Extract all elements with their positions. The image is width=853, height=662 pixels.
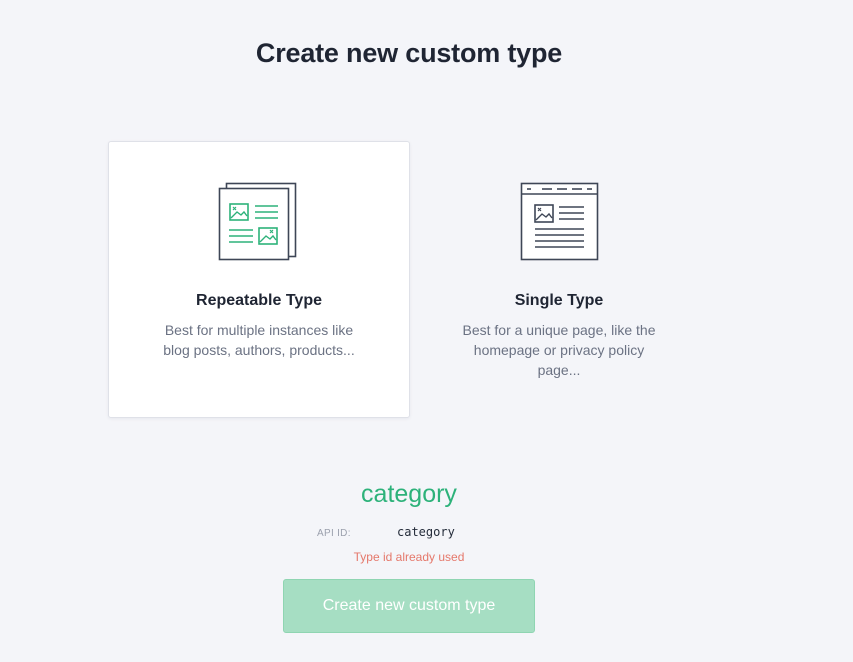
repeatable-type-description: Best for multiple instances like blog po… (163, 322, 355, 358)
create-custom-type-page: Create new custom type Repeatable Type B… (0, 0, 853, 662)
api-id-label: API ID: (317, 528, 351, 539)
repeatable-type-card[interactable]: Repeatable Type Best for multiple instan… (108, 141, 410, 418)
single-type-description: Best for a unique page, like the homepag… (462, 322, 656, 378)
single-type-title: Single Type (514, 292, 604, 309)
single-type-card[interactable]: Single Type Best for a unique page, like… (408, 141, 710, 418)
type-name-field[interactable]: category (0, 480, 818, 509)
error-message: Type id already used (353, 550, 465, 564)
repeatable-type-icon (218, 182, 297, 261)
create-custom-type-button[interactable]: Create new custom type (283, 579, 535, 633)
repeatable-type-title: Repeatable Type (196, 292, 322, 309)
single-type-icon (520, 182, 599, 261)
api-id-field[interactable]: category (397, 525, 455, 539)
page-title: Create new custom type (255, 38, 563, 68)
